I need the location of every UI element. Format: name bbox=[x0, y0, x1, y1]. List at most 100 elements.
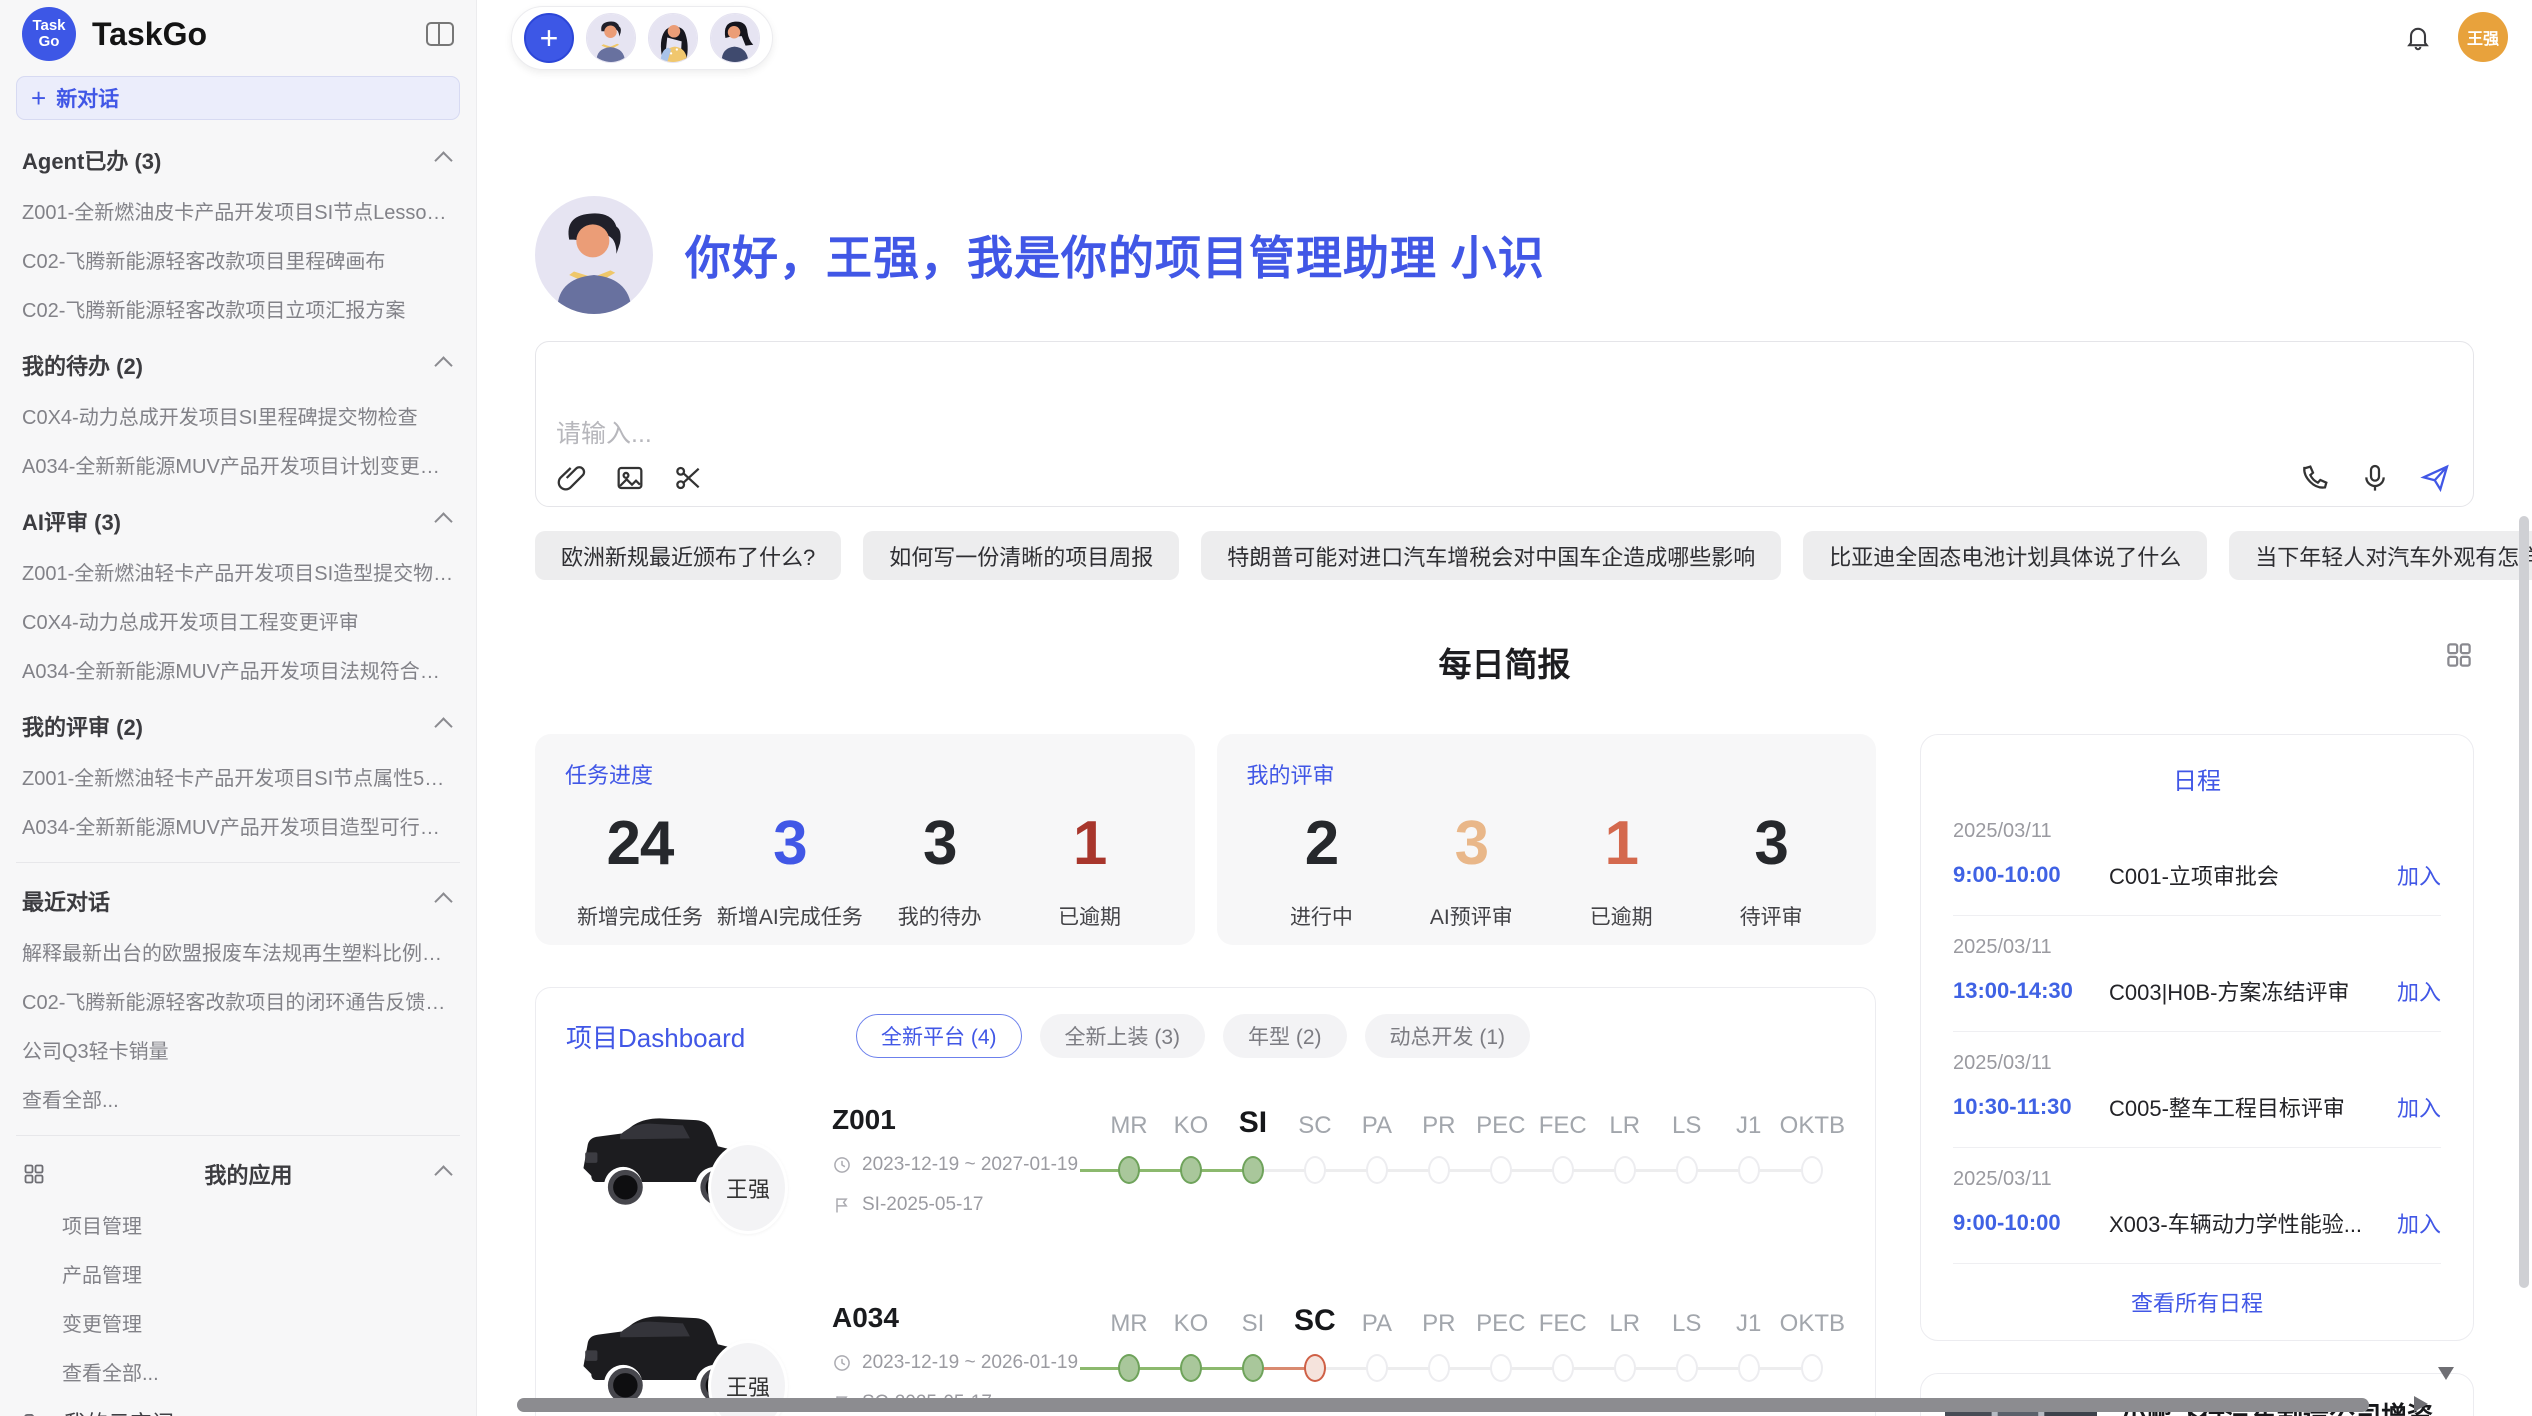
paperclip-icon[interactable] bbox=[556, 462, 588, 494]
dashboard-tab[interactable]: 全新平台 (4) bbox=[856, 1014, 1022, 1058]
join-event-link[interactable]: 加入 bbox=[2397, 1091, 2441, 1123]
stat-value: 3 bbox=[715, 808, 865, 879]
schedule-event: 2025/03/11 9:00-10:00 C001-立项审批会 加入 bbox=[1953, 800, 2441, 916]
sidebar-conversation-item[interactable]: C0X4-动力总成开发项目工程变更评审 bbox=[16, 596, 460, 645]
sidebar-item-cloud[interactable]: 我的云空间 bbox=[16, 1396, 460, 1416]
stat-label: 待评审 bbox=[1696, 901, 1846, 931]
sidebar-section-header[interactable]: 我的待办 (2) bbox=[16, 339, 460, 391]
scroll-right-arrow[interactable] bbox=[2414, 1396, 2428, 1412]
milestone-label: J1 bbox=[1736, 1300, 1761, 1338]
suggestion-chip[interactable]: 如何写一份清晰的项目周报 bbox=[863, 531, 1179, 580]
join-event-link[interactable]: 加入 bbox=[2397, 975, 2441, 1007]
project-row[interactable]: 王强 Z001 2023-12-19 ~ 2027-01-19 SI-2025-… bbox=[566, 1096, 1845, 1256]
milestone-timeline: MRKOSISCPAPRPECFECLRLSJ1OKTB bbox=[1098, 1096, 1845, 1184]
milestone-label: PA bbox=[1362, 1102, 1392, 1140]
layout-grid-icon[interactable] bbox=[2444, 640, 2474, 670]
briefing-card: 任务进度 24新增完成任务3新增AI完成任务3我的待办1已逾期 bbox=[535, 734, 1195, 945]
dashboard-tab[interactable]: 全新上装 (3) bbox=[1040, 1014, 1206, 1058]
bell-icon[interactable] bbox=[2404, 23, 2432, 51]
new-chat-button[interactable]: + 新对话 bbox=[16, 76, 460, 120]
join-event-link[interactable]: 加入 bbox=[2397, 859, 2441, 891]
sidebar-conversation-item[interactable]: Z001-全新燃油轻卡产品开发项目SI造型提交物评审 bbox=[16, 547, 460, 596]
sidebar-conversation-item[interactable]: 解释最新出台的欧盟报废车法规再生塑料比例被调至15%... bbox=[16, 927, 460, 976]
sidebar-conversation-item[interactable]: A034-全新新能源MUV产品开发项目法规符合性评审 bbox=[16, 645, 460, 694]
grid-icon bbox=[22, 1162, 46, 1186]
chevron-up-icon bbox=[434, 892, 452, 910]
scroll-down-arrow[interactable] bbox=[2438, 1367, 2454, 1380]
app-title: TaskGo bbox=[92, 16, 426, 53]
sidebar-collapse-icon[interactable] bbox=[426, 22, 454, 46]
suggestion-chip[interactable]: 当下年轻人对汽车外观有怎样的喜好趋势 bbox=[2229, 531, 2532, 580]
event-date: 2025/03/11 bbox=[1953, 1052, 2441, 1075]
vertical-scrollbar[interactable] bbox=[2519, 516, 2529, 1288]
sidebar-conversation-item[interactable]: C02-飞腾新能源轻客改款项目里程碑画布 bbox=[16, 235, 460, 284]
phone-icon[interactable] bbox=[2299, 462, 2331, 494]
briefing-card: 我的评审 2进行中3AI预评审1已逾期3待评审 bbox=[1217, 734, 1877, 945]
sidebar-conversation-item[interactable]: Z001-全新燃油皮卡产品开发项目SI节点Lesson Learn报告 bbox=[16, 186, 460, 235]
event-name: X003-车辆动力学性能验... bbox=[2109, 1207, 2383, 1239]
stat: 24新增完成任务 bbox=[565, 808, 715, 931]
sidebar-section-title: 我的评审 (2) bbox=[22, 710, 143, 742]
milestone-timeline: MRKOSISCPAPRPECFECLRLSJ1OKTB bbox=[1098, 1294, 1845, 1382]
sidebar-conversation-item[interactable]: 公司Q3轻卡销量 bbox=[16, 1025, 460, 1074]
project-owner-badge: 王强 bbox=[708, 1142, 788, 1234]
sidebar-conversation-item[interactable]: 变更管理 bbox=[16, 1298, 460, 1347]
member-avatar[interactable] bbox=[710, 13, 760, 63]
chat-input[interactable]: 请输入... bbox=[535, 341, 2474, 507]
user-avatar[interactable]: 王强 bbox=[2458, 12, 2508, 62]
sidebar-conversation-item[interactable]: 产品管理 bbox=[16, 1249, 460, 1298]
sidebar-section-title: 我的待办 (2) bbox=[22, 349, 143, 381]
join-event-link[interactable]: 加入 bbox=[2397, 1207, 2441, 1239]
image-icon[interactable] bbox=[614, 462, 646, 494]
sidebar-conversation-item[interactable]: C02-飞腾新能源轻客改款项目立项汇报方案 bbox=[16, 284, 460, 333]
sidebar-section-title: AI评审 (3) bbox=[22, 505, 121, 537]
briefing-cards: 任务进度 24新增完成任务3新增AI完成任务3我的待办1已逾期 我的评审 2进行… bbox=[535, 734, 1876, 945]
milestone-label: LS bbox=[1672, 1300, 1701, 1338]
dashboard-tab[interactable]: 动总开发 (1) bbox=[1365, 1014, 1531, 1058]
sidebar-section-header[interactable]: Agent已办 (3) bbox=[16, 134, 460, 186]
daily-briefing-title: 每日简报 bbox=[1439, 646, 1571, 683]
horizontal-scrollbar[interactable] bbox=[517, 1398, 2369, 1412]
sidebar-conversation-item[interactable]: C02-飞腾新能源轻客改款项目的闭环通告反馈情况 bbox=[16, 976, 460, 1025]
add-conversation-button[interactable]: + bbox=[524, 13, 574, 63]
milestone-dot bbox=[1801, 1354, 1823, 1382]
suggestion-chip[interactable]: 特朗普可能对进口汽车增税会对中国车企造成哪些影响 bbox=[1201, 531, 1781, 580]
milestone-label: OKTB bbox=[1780, 1300, 1845, 1338]
new-chat-label: 新对话 bbox=[56, 83, 119, 113]
milestone-label: LR bbox=[1609, 1300, 1640, 1338]
stat-value: 24 bbox=[565, 808, 715, 879]
sidebar-section-header[interactable]: 我的应用 bbox=[16, 1148, 460, 1200]
sidebar-section-header[interactable]: 最近对话 bbox=[16, 875, 460, 927]
member-avatar[interactable] bbox=[648, 13, 698, 63]
member-avatar[interactable] bbox=[586, 13, 636, 63]
project-flag: SI-2025-05-17 bbox=[862, 1194, 983, 1216]
app-logo: Task Go bbox=[22, 7, 76, 61]
scissors-icon[interactable] bbox=[672, 462, 704, 494]
view-all-schedule-link[interactable]: 查看所有日程 bbox=[1953, 1264, 2441, 1318]
chat-input-placeholder: 请输入... bbox=[556, 414, 652, 450]
send-icon[interactable] bbox=[2419, 462, 2451, 494]
sidebar-conversation-item[interactable]: A034-全新新能源MUV产品开发项目造型可行性评审 bbox=[16, 801, 460, 850]
stat-list: 24新增完成任务3新增AI完成任务3我的待办1已逾期 bbox=[565, 808, 1165, 931]
view-all-link[interactable]: 查看全部... bbox=[16, 1074, 460, 1123]
stat: 2进行中 bbox=[1247, 808, 1397, 931]
sidebar-conversation-item[interactable]: C0X4-动力总成开发项目SI里程碑提交物检查 bbox=[16, 391, 460, 440]
dashboard-tab[interactable]: 年型 (2) bbox=[1223, 1014, 1347, 1058]
suggestion-chip[interactable]: 比亚迪全固态电池计划具体说了什么 bbox=[1803, 531, 2207, 580]
sidebar-conversation-item[interactable]: 项目管理 bbox=[16, 1200, 460, 1249]
chevron-up-icon bbox=[434, 356, 452, 374]
sidebar-conversation-item[interactable]: A034-全新新能源MUV产品开发项目计划变更表编写 bbox=[16, 440, 460, 489]
mic-icon[interactable] bbox=[2359, 462, 2391, 494]
stat: 1已逾期 bbox=[1546, 808, 1696, 931]
sidebar-section-header[interactable]: 我的评审 (2) bbox=[16, 700, 460, 752]
sidebar-conversation-item[interactable]: Z001-全新燃油轻卡产品开发项目SI节点属性5D文件评审 bbox=[16, 752, 460, 801]
milestone-dot bbox=[1676, 1156, 1698, 1184]
flag-icon bbox=[832, 1195, 852, 1215]
sidebar-section-header[interactable]: AI评审 (3) bbox=[16, 495, 460, 547]
stat: 3新增AI完成任务 bbox=[715, 808, 865, 931]
milestone-label: FEC bbox=[1539, 1102, 1587, 1140]
view-all-link[interactable]: 查看全部... bbox=[16, 1347, 460, 1396]
main-area: + 王强 你好，王强，我是你的项目管理助理 小识 bbox=[477, 0, 2532, 1416]
stat-value: 2 bbox=[1247, 808, 1397, 879]
suggestion-chip[interactable]: 欧洲新规最近颁布了什么? bbox=[535, 531, 841, 580]
